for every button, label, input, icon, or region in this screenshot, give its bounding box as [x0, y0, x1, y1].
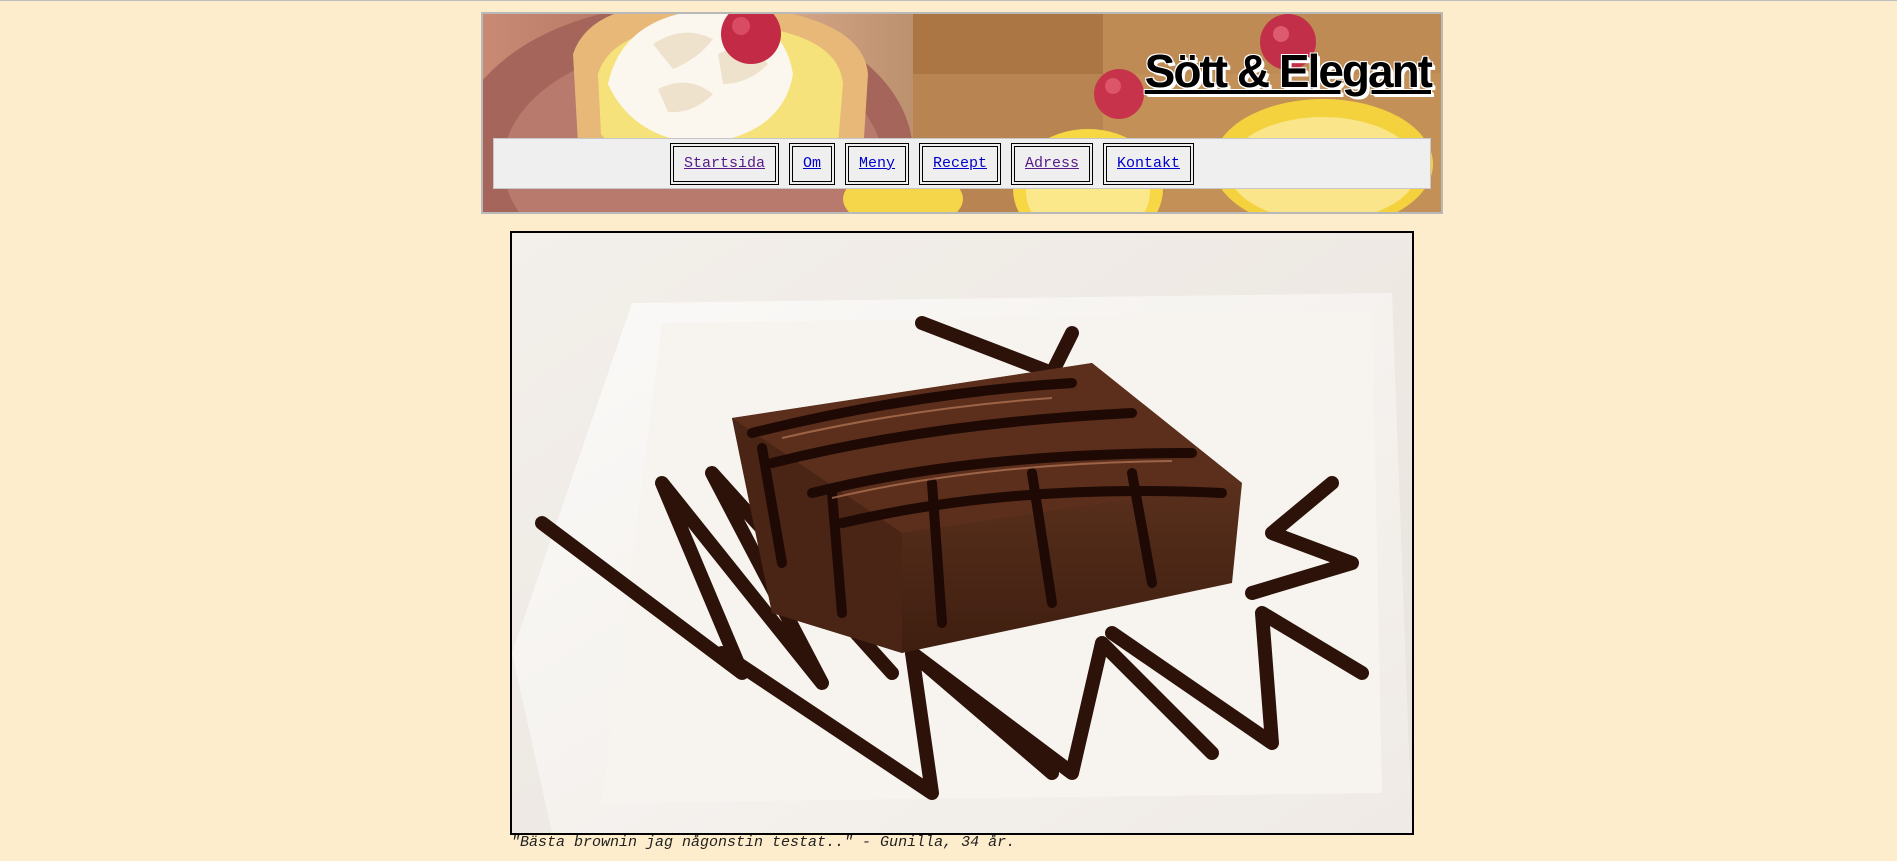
- testimonial-caption: "Bästa brownin jag någonstin testat.." -…: [511, 834, 1016, 851]
- nav-link-adress[interactable]: Adress: [1011, 142, 1094, 185]
- nav-link-meny[interactable]: Meny: [844, 142, 909, 185]
- brownie-photo-frame: [510, 231, 1414, 835]
- site-title[interactable]: Sött & Elegant: [1145, 48, 1433, 94]
- nav-link-startsida[interactable]: Startsida: [669, 142, 779, 185]
- main-navigation: Startsida Om Meny Recept Adress Kontakt: [493, 138, 1431, 189]
- top-border-line: [0, 0, 1897, 1]
- nav-link-om[interactable]: Om: [788, 142, 835, 185]
- site-header: Sött & Elegant Startsida Om Meny Recept …: [481, 12, 1443, 214]
- nav-link-recept[interactable]: Recept: [919, 142, 1002, 185]
- nav-link-kontakt[interactable]: Kontakt: [1103, 142, 1195, 185]
- brownie-image: [512, 233, 1412, 833]
